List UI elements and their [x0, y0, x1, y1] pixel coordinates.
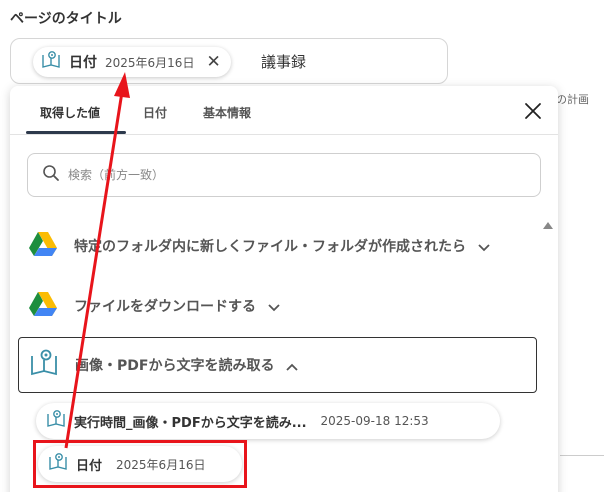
output-item-execution-time[interactable]: 実行時間_画像・PDFから文字を読み... 2025-09-18 12:53: [36, 403, 500, 439]
tab-retrieved-values[interactable]: 取得した値: [40, 104, 100, 121]
search-input[interactable]: [68, 168, 508, 182]
title-suffix: 議事録: [261, 53, 307, 71]
section-ocr[interactable]: 画像・PDFから文字を読み取る: [18, 337, 537, 393]
ocr-book-icon: [46, 409, 66, 433]
chevron-up-icon: [286, 356, 299, 375]
ocr-book-icon: [41, 50, 61, 74]
highlight-box: [33, 440, 247, 488]
tab-bar: 取得した値 日付 基本情報: [10, 86, 558, 135]
title-field[interactable]: 日付 2025年6月16日 ✕ 議事録: [10, 38, 448, 84]
close-icon[interactable]: [522, 100, 544, 122]
chip-value: 2025年6月16日: [105, 55, 195, 70]
section-label: ファイルをダウンロードする: [74, 299, 256, 315]
tab-date[interactable]: 日付: [143, 104, 167, 121]
google-drive-icon: [28, 291, 58, 321]
output-value: 2025-09-18 12:53: [320, 414, 429, 428]
tab-basic-info[interactable]: 基本情報: [203, 104, 251, 121]
section-trigger-new-file[interactable]: 特定のフォルダ内に新しくファイル・フォルダが作成されたら: [28, 223, 490, 269]
chevron-down-icon: [268, 297, 280, 316]
search-icon: [42, 164, 60, 186]
close-icon[interactable]: ✕: [206, 53, 220, 71]
background-divider: [560, 455, 604, 456]
tab-active-underline: [26, 131, 126, 134]
search-box[interactable]: [27, 153, 541, 197]
chevron-down-icon: [478, 237, 490, 256]
section-label: 特定のフォルダ内に新しくファイル・フォルダが作成されたら: [74, 239, 466, 255]
scroll-up-arrow[interactable]: [543, 222, 553, 229]
chip-label: 日付: [69, 55, 97, 71]
output-label: 実行時間_画像・PDFから文字を読み...: [74, 415, 307, 431]
section-label: 画像・PDFから文字を読み取る: [75, 358, 275, 374]
background-text: の計画: [556, 93, 589, 106]
page-title-label: ページのタイトル: [10, 11, 122, 27]
section-download-file[interactable]: ファイルをダウンロードする: [28, 283, 280, 329]
google-drive-icon: [28, 231, 58, 261]
ocr-book-icon: [29, 348, 59, 382]
title-date-chip[interactable]: 日付 2025年6月16日 ✕: [33, 47, 231, 77]
